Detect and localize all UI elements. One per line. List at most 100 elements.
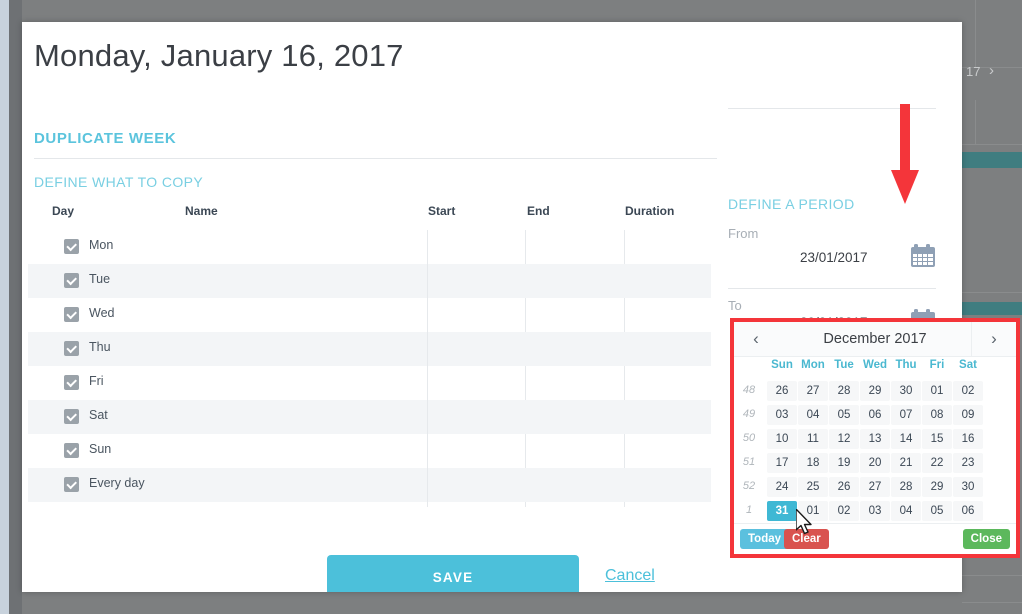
chevron-right-icon: › [989, 62, 994, 79]
day-checkbox[interactable] [64, 443, 79, 458]
day-label: Tue [89, 272, 111, 286]
datepicker-day[interactable]: 19 [829, 453, 859, 473]
day-checkbox[interactable] [64, 409, 79, 424]
chevron-right-icon[interactable]: › [971, 322, 1016, 356]
datepicker-day[interactable]: 30 [891, 381, 921, 401]
datepicker-day[interactable]: 25 [798, 477, 828, 497]
calendar-icon-from[interactable] [911, 244, 935, 267]
datepicker-day[interactable]: 31 [767, 501, 797, 521]
datepicker-day[interactable]: 07 [891, 405, 921, 425]
table-row[interactable]: Every day [28, 468, 711, 502]
from-date-value[interactable]: 23/01/2017 [800, 250, 868, 265]
day-checkbox[interactable] [64, 477, 79, 492]
datepicker-day[interactable]: 13 [860, 429, 890, 449]
datepicker-day[interactable]: 10 [767, 429, 797, 449]
week-number: 1 [745, 504, 753, 516]
datepicker-day[interactable]: 15 [922, 429, 952, 449]
day-label: Thu [89, 340, 111, 354]
table-row[interactable]: Thu [28, 332, 711, 366]
day-label: Mon [89, 238, 114, 252]
table-row[interactable]: Wed [28, 298, 711, 332]
datepicker-day[interactable]: 30 [953, 477, 983, 497]
annotation-arrow-down [891, 104, 919, 206]
weekday-header: Fri [929, 359, 945, 371]
datepicker-day[interactable]: 03 [767, 405, 797, 425]
datepicker-day[interactable]: 01 [798, 501, 828, 521]
backdrop-teal-bar [962, 152, 1022, 168]
datepicker-day[interactable]: 21 [891, 453, 921, 473]
day-label: Fri [89, 374, 104, 388]
chevron-left-icon[interactable]: ‹ [734, 322, 779, 356]
from-label: From [728, 226, 759, 241]
day-label: Every day [89, 476, 145, 490]
today-button[interactable]: Today [740, 529, 790, 549]
day-checkbox[interactable] [64, 307, 79, 322]
section-subheading-define-a-period: DEFINE A PERIOD [728, 196, 855, 212]
column-header-name: Name [185, 204, 218, 218]
datepicker-day[interactable]: 06 [860, 405, 890, 425]
datepicker-day[interactable]: 05 [922, 501, 952, 521]
datepicker-day[interactable]: 14 [891, 429, 921, 449]
datepicker-month-label[interactable]: December 2017 [778, 322, 972, 356]
datepicker-day[interactable]: 20 [860, 453, 890, 473]
table-row[interactable]: Sun [28, 434, 711, 468]
datepicker-day[interactable]: 09 [953, 405, 983, 425]
day-checkbox[interactable] [64, 239, 79, 254]
datepicker-day[interactable]: 26 [829, 477, 859, 497]
weekday-header: Mon [801, 359, 825, 371]
weekday-header: Tue [834, 359, 854, 371]
datepicker-day[interactable]: 12 [829, 429, 859, 449]
datepicker-day[interactable]: 02 [829, 501, 859, 521]
weekday-header: Thu [895, 359, 917, 371]
datepicker-day[interactable]: 11 [798, 429, 828, 449]
datepicker-day[interactable]: 18 [798, 453, 828, 473]
datepicker-day[interactable]: 05 [829, 405, 859, 425]
day-checkbox[interactable] [64, 375, 79, 390]
copy-definition-table: Day Name Start End Duration Mon Tue Wed Thu… [28, 204, 718, 507]
table-row[interactable]: Fri [28, 366, 711, 400]
datepicker-day[interactable]: 08 [922, 405, 952, 425]
datepicker-day[interactable]: 04 [798, 405, 828, 425]
table-row[interactable]: Tue [28, 264, 711, 298]
datepicker-day[interactable]: 17 [767, 453, 797, 473]
close-button[interactable]: Close [962, 529, 1010, 549]
column-header-duration: Duration [625, 204, 675, 218]
datepicker-day[interactable]: 27 [798, 381, 828, 401]
backdrop-divider [962, 144, 1022, 145]
weekday-header: Sat [959, 359, 977, 371]
datepicker-day[interactable]: 24 [767, 477, 797, 497]
datepicker-day[interactable]: 01 [922, 381, 952, 401]
table-row[interactable]: Mon [28, 230, 711, 264]
datepicker-day[interactable]: 22 [922, 453, 952, 473]
day-checkbox[interactable] [64, 341, 79, 356]
table-row[interactable]: Sat [28, 400, 711, 434]
datepicker-day[interactable]: 28 [829, 381, 859, 401]
weekday-header: Wed [862, 359, 888, 371]
section-heading-duplicate-week: DUPLICATE WEEK [34, 130, 177, 147]
datepicker-grid: 48 26 27 28 29 30 01 02 49 03 04 05 06 07 08 09 50 10 11 12… [734, 379, 1016, 523]
backdrop-divider [975, 0, 976, 68]
to-label: To [728, 298, 742, 313]
datepicker-day[interactable]: 28 [891, 477, 921, 497]
day-checkbox[interactable] [64, 273, 79, 288]
datepicker-day[interactable]: 26 [767, 381, 797, 401]
datepicker-day[interactable]: 04 [891, 501, 921, 521]
backdrop-divider [962, 602, 1022, 603]
datepicker-day[interactable]: 29 [922, 477, 952, 497]
backdrop-left-panel [9, 0, 22, 614]
datepicker-weekday-row: Sun Mon Tue Wed Thu Fri Sat [734, 357, 1016, 379]
datepicker-day[interactable]: 03 [860, 501, 890, 521]
datepicker-day[interactable]: 27 [860, 477, 890, 497]
datepicker-day[interactable]: 02 [953, 381, 983, 401]
datepicker-day[interactable]: 29 [860, 381, 890, 401]
backdrop-left-rail [0, 0, 9, 614]
datepicker-day[interactable]: 16 [953, 429, 983, 449]
week-number: 50 [742, 432, 756, 444]
datepicker-day[interactable]: 23 [953, 453, 983, 473]
week-number: 49 [742, 408, 756, 420]
save-button[interactable]: SAVE [327, 555, 579, 592]
datepicker-header: ‹ December 2017 › [734, 322, 1016, 357]
clear-button[interactable]: Clear [784, 529, 829, 549]
datepicker-day[interactable]: 06 [953, 501, 983, 521]
cancel-link[interactable]: Cancel [605, 567, 655, 585]
